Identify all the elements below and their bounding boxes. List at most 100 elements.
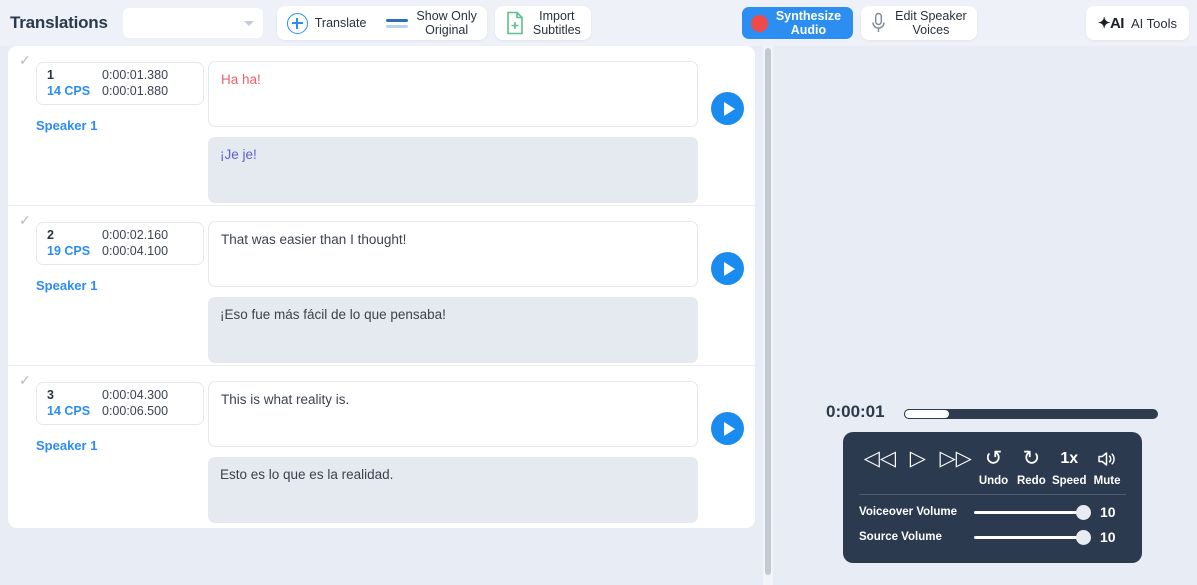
edit-speaker-line2: Voices [912, 23, 949, 37]
play-triangle-icon [724, 262, 735, 276]
media-player-panel: ◁◁ ▷ ▷▷ ↺ Undo ↻ Redo 1x Speed [843, 432, 1142, 563]
cps-value: 14 CPS [47, 404, 102, 418]
row-meta: 3 0:00:04.300 14 CPS 0:00:06.500 Speaker… [8, 366, 208, 453]
sparkle-ai-icon: ✦AI [1098, 14, 1124, 32]
source-text-input[interactable]: This is what reality is. [208, 381, 698, 447]
voiceover-volume-slider[interactable] [974, 511, 1089, 514]
redo-label: Redo [1017, 475, 1046, 487]
edit-speaker-line1: Edit Speaker [895, 9, 967, 23]
end-time: 0:00:01.880 [102, 84, 195, 98]
play-pause-button[interactable]: ▷ [899, 446, 937, 475]
play-triangle-icon [724, 102, 735, 116]
speed-button[interactable]: 1x Speed [1050, 446, 1088, 487]
redo-button[interactable]: ↻ Redo [1012, 446, 1050, 487]
row-meta: 1 0:00:01.380 14 CPS 0:00:01.880 Speaker… [8, 46, 208, 133]
speaker-label[interactable]: Speaker 1 [36, 438, 208, 453]
fast-forward-icon: ▷▷ [939, 446, 971, 474]
source-volume-slider[interactable] [974, 536, 1089, 539]
import-subtitles-line2: Subtitles [533, 23, 581, 37]
ai-tools-label: AI Tools [1131, 16, 1177, 31]
mute-label: Mute [1094, 475, 1121, 487]
voiceover-volume-knob[interactable] [1076, 505, 1091, 520]
speed-label: Speed [1052, 475, 1087, 487]
cps-value: 14 CPS [47, 84, 102, 98]
source-text-input[interactable]: Ha ha! [208, 61, 698, 127]
translated-text-input[interactable]: Esto es lo que es la realidad. [208, 457, 698, 523]
row-texts: This is what reality is. Esto es lo que … [208, 366, 698, 523]
speaker-label[interactable]: Speaker 1 [36, 278, 208, 293]
rewind-button[interactable]: ◁◁ [861, 446, 899, 475]
speed-icon: 1x [1060, 446, 1078, 474]
timecode-card[interactable]: 2 0:00:02.160 19 CPS 0:00:04.100 [36, 222, 204, 265]
row-texts: Ha ha! ¡Je je! [208, 46, 698, 203]
vertical-scrollbar-thumb[interactable] [765, 48, 771, 575]
voiceover-volume-row: Voiceover Volume 10 [857, 504, 1128, 520]
cps-value: 19 CPS [47, 244, 102, 258]
row-check-icon[interactable]: ✓ [19, 373, 31, 387]
import-subtitles-group: Import Subtitles [495, 6, 591, 40]
subtitle-list-panel: ✓ 1 0:00:01.380 14 CPS 0:00:01.880 Speak… [8, 46, 755, 528]
speaker-label[interactable]: Speaker 1 [36, 118, 208, 133]
translated-text-input[interactable]: ¡Je je! [208, 137, 698, 203]
row-play-area [698, 46, 755, 125]
microphone-icon [871, 12, 886, 34]
voiceover-volume-value: 10 [1100, 504, 1116, 520]
redo-icon: ↻ [1023, 446, 1041, 474]
play-button[interactable] [711, 252, 744, 285]
table-row[interactable]: ✓ 2 0:00:02.160 19 CPS 0:00:04.100 Speak… [8, 206, 755, 366]
start-time: 0:00:02.160 [102, 228, 195, 242]
bars-toggle-icon [386, 19, 408, 28]
undo-button[interactable]: ↺ Undo [975, 446, 1013, 487]
source-volume-value: 10 [1100, 529, 1116, 545]
synthesize-audio-button[interactable]: Synthesize Audio [742, 7, 853, 39]
ai-tools-button[interactable]: ✦AI AI Tools [1086, 6, 1189, 40]
undo-label: Undo [979, 475, 1008, 487]
fast-forward-button[interactable]: ▷▷ [937, 446, 975, 475]
show-only-original-line2: Original [425, 23, 468, 37]
current-time-label: 0:00:01 [826, 402, 885, 422]
import-subtitles-line1: Import [539, 9, 574, 23]
row-texts: That was easier than I thought! ¡Eso fue… [208, 206, 698, 363]
end-time: 0:00:06.500 [102, 404, 195, 418]
import-subtitles-button[interactable]: Import Subtitles [495, 6, 591, 40]
play-button[interactable] [711, 92, 744, 125]
row-check-icon[interactable]: ✓ [19, 213, 31, 227]
row-meta: 2 0:00:02.160 19 CPS 0:00:04.100 Speaker… [8, 206, 208, 293]
source-text-input[interactable]: That was easier than I thought! [208, 221, 698, 287]
translate-group: Translate Show Only Original [277, 6, 487, 40]
start-time: 0:00:01.380 [102, 68, 195, 82]
edit-speaker-voices-button[interactable]: Edit Speaker Voices [861, 6, 977, 40]
progress-bar-track[interactable] [904, 409, 1158, 419]
page-title: Translations [10, 13, 108, 33]
row-play-area [698, 366, 755, 445]
start-time: 0:00:04.300 [102, 388, 195, 402]
top-toolbar: Translations Translate Show Only Origina… [0, 0, 1197, 46]
player-divider [859, 494, 1126, 495]
mute-button[interactable]: Mute [1088, 446, 1126, 487]
row-check-icon[interactable]: ✓ [19, 53, 31, 67]
timecode-card[interactable]: 1 0:00:01.380 14 CPS 0:00:01.880 [36, 62, 204, 105]
table-row[interactable]: ✓ 1 0:00:01.380 14 CPS 0:00:01.880 Speak… [8, 46, 755, 206]
show-only-original-button[interactable]: Show Only Original [376, 6, 486, 40]
table-row[interactable]: ✓ 3 0:00:04.300 14 CPS 0:00:06.500 Speak… [8, 366, 755, 526]
end-time: 0:00:04.100 [102, 244, 195, 258]
speaker-volume-icon [1097, 446, 1117, 474]
play-triangle-icon [724, 422, 735, 436]
document-plus-icon [505, 11, 525, 35]
translate-button[interactable]: Translate [277, 6, 377, 40]
plus-circle-icon [287, 13, 308, 34]
play-icon: ▷ [910, 446, 926, 474]
language-select[interactable] [123, 8, 263, 38]
rewind-icon: ◁◁ [864, 446, 896, 474]
source-volume-row: Source Volume 10 [857, 529, 1128, 545]
edit-speaker-voices-group: Edit Speaker Voices [861, 6, 977, 40]
player-controls-row: ◁◁ ▷ ▷▷ ↺ Undo ↻ Redo 1x Speed [857, 442, 1128, 487]
row-index: 3 [47, 388, 102, 402]
source-volume-label: Source Volume [859, 531, 974, 543]
source-volume-knob[interactable] [1076, 530, 1091, 545]
timecode-card[interactable]: 3 0:00:04.300 14 CPS 0:00:06.500 [36, 382, 204, 425]
play-button[interactable] [711, 412, 744, 445]
translated-text-input[interactable]: ¡Eso fue más fácil de lo que pensaba! [208, 297, 698, 363]
row-play-area [698, 206, 755, 285]
synthesize-line1: Synthesize [776, 9, 841, 23]
